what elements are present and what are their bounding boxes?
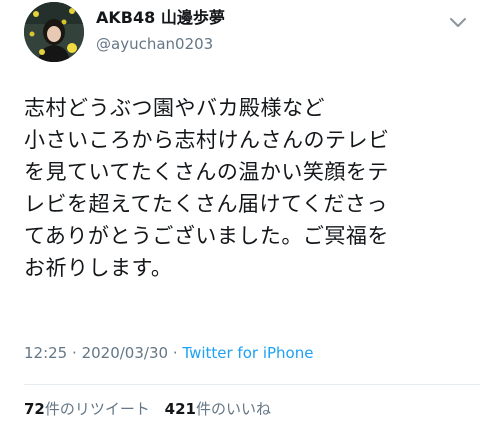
tweet-text: 志村どうぶつ園やバカ殿様など 小さいころから志村けんさんのテレビ を見ていてたく… [24,92,460,284]
tweet-stats: 72件のリツイート 421件のいいね [24,398,281,419]
chevron-down-icon [450,18,466,27]
retweet-label: 件のリツイート [44,400,150,418]
tweet-text-line: を見ていてたくさんの温かい笑顔をテ [24,160,389,184]
tweet-text-line: 小さいころから志村けんさんのテレビ [24,128,390,152]
tweet-date[interactable]: 2020/03/30 [82,344,168,362]
like-count: 421 [164,400,196,418]
meta-separator: · [172,344,178,362]
tweet-header: AKB48 山邊歩夢 @ayuchan0203 [24,2,466,68]
likes-stat[interactable]: 421件のいいね [165,400,271,418]
tweet-text-line: 志村どうぶつ園やバカ殿様など [24,96,325,120]
tweet-metadata: 12:25 · 2020/03/30 · Twitter for iPhone [24,344,313,362]
avatar[interactable] [24,2,84,62]
user-info: AKB48 山邊歩夢 @ayuchan0203 [96,8,225,54]
display-name[interactable]: AKB48 山邊歩夢 [96,8,225,28]
tweet-time[interactable]: 12:25 [24,344,67,362]
tweet-text-line: てありがとうございました。ご冥福を [24,224,389,248]
divider [24,384,480,385]
tweet-source-link[interactable]: Twitter for iPhone [182,344,313,362]
meta-separator: · [72,344,77,362]
user-handle[interactable]: @ayuchan0203 [96,34,225,54]
tweet-detail: AKB48 山邊歩夢 @ayuchan0203 志村どうぶつ園やバカ殿様など 小… [0,0,480,430]
like-label: 件のいいね [195,400,271,418]
retweet-count: 72 [24,400,45,418]
tweet-menu-button[interactable] [446,10,470,34]
tweet-text-line: お祈りします。 [24,256,173,280]
tweet-text-line: レビを超えてたくさん届けてくださっ [24,192,388,216]
retweets-stat[interactable]: 72件のリツイート [24,400,150,418]
avatar-photo-icon [24,2,84,62]
